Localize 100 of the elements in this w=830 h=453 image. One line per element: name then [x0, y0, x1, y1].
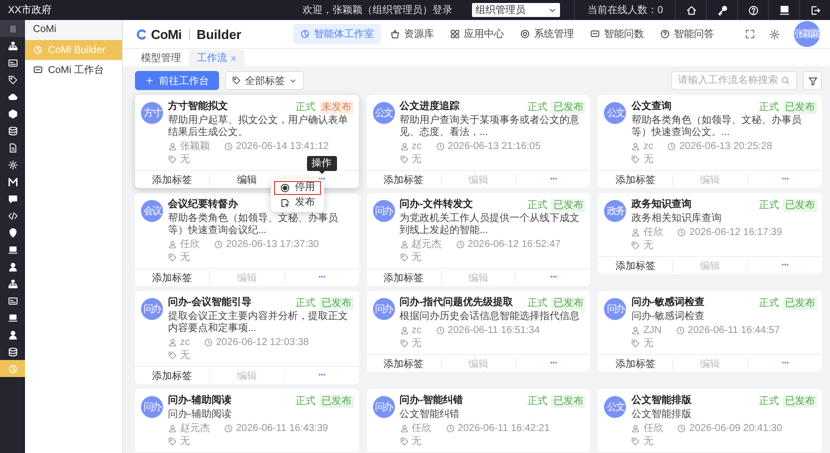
avatar: 问办	[141, 396, 163, 418]
brand-name: CoMi	[151, 26, 182, 42]
release-type-label: 正式	[526, 394, 548, 408]
user-icon	[631, 142, 640, 151]
add-tag-button[interactable]: 添加标签	[384, 356, 424, 370]
author: ZJN	[643, 324, 662, 337]
key-icon[interactable]	[716, 4, 728, 16]
add-tag-button[interactable]: 添加标签	[384, 172, 424, 186]
tab[interactable]: 工作流	[189, 50, 245, 66]
user-icon	[631, 228, 640, 237]
status-badge: 已发布	[320, 296, 354, 310]
tag-icon	[168, 437, 177, 446]
add-tag-button[interactable]: 添加标签	[152, 368, 192, 382]
code-icon	[8, 210, 18, 220]
more-button[interactable]: ···	[550, 272, 557, 283]
release-type-label: 正式	[294, 296, 317, 310]
clock-icon	[456, 240, 465, 249]
add-tag-button[interactable]: 添加标签	[615, 172, 656, 186]
add-tag-button[interactable]: 添加标签	[615, 356, 656, 370]
tag-list: 无	[643, 239, 654, 252]
tag-icon	[631, 155, 640, 164]
nav-item[interactable]: 智能问答	[653, 24, 721, 44]
tag-list: 无	[180, 251, 190, 264]
radio-icon	[280, 183, 290, 193]
monitor-icon[interactable]	[778, 4, 790, 16]
release-type-label: 正式	[526, 198, 548, 212]
timestamp: 2026-06-11 16:44:57	[688, 324, 780, 337]
card-description: 帮助各类角色（如领导、文秘、办事员等）快速查询公文。...	[631, 115, 802, 139]
card-description: 提取会议正文主要内容并分析，提取正文内容要点和定事项...	[168, 311, 349, 335]
card-title: 问办-文件转发文	[400, 198, 473, 212]
author: zc	[412, 324, 422, 337]
collapse-icon[interactable]	[8, 24, 18, 34]
nav-item[interactable]: 应用中心	[443, 24, 511, 44]
card-description: 根据问办历史会话信息智能选择指代信息	[400, 311, 581, 323]
role-select[interactable]: 组织管理员	[472, 3, 560, 17]
more-button[interactable]: ···	[550, 358, 557, 369]
status-badge: 已发布	[783, 296, 817, 310]
add-tag-button[interactable]: 添加标签	[152, 172, 192, 186]
avatar: 问办	[372, 298, 395, 320]
logout-icon[interactable]	[810, 4, 820, 16]
card-title: 方寸智能拟文	[168, 100, 228, 114]
add-tag-button[interactable]: 添加标签	[152, 270, 192, 284]
author: zc	[643, 140, 654, 153]
help-icon[interactable]	[748, 4, 758, 16]
add-tag-button[interactable]: 添加标签	[384, 270, 424, 284]
tag-icon	[631, 241, 640, 250]
card-title: 问办-会议智能引导	[168, 296, 252, 310]
more-button[interactable]: ···	[782, 174, 789, 185]
nav-item[interactable]: 智能体工作室	[293, 24, 381, 44]
add-tag-button[interactable]: 添加标签	[615, 258, 656, 272]
settings-icon[interactable]	[769, 28, 780, 40]
fullscreen-icon[interactable]	[745, 29, 755, 39]
home-icon[interactable]	[686, 4, 696, 16]
card-title: 问办-辅助阅读	[168, 394, 232, 408]
clock-icon	[446, 424, 455, 433]
release-type-label: 正式	[758, 296, 780, 310]
funnel-icon	[808, 76, 818, 86]
author: 任欣	[412, 422, 432, 435]
avatar: 会议	[141, 200, 163, 222]
more-button[interactable]: ···	[318, 370, 326, 381]
card-title: 公文智能排版	[631, 394, 692, 408]
release-type-label: 正式	[294, 100, 317, 114]
more-button[interactable]: ···	[318, 272, 326, 283]
more-button[interactable]: ···	[782, 260, 789, 271]
database-icon	[8, 346, 18, 356]
nav-item[interactable]: 智能问数	[583, 24, 651, 44]
chat-icon	[8, 194, 18, 204]
card-description: 帮助各类角色（如领导、文秘、办事员等）快速查询会议纪...	[168, 213, 339, 237]
status-badge: 已发布	[783, 100, 817, 114]
go-workbench-button[interactable]: 前往工作台	[135, 71, 219, 90]
more-button[interactable]: ···	[782, 358, 789, 369]
timestamp: 2026-06-09 20:41:30	[689, 422, 782, 435]
card-description: 政务相关知识库查询	[631, 213, 722, 225]
nav-item[interactable]: 资源库	[383, 24, 441, 44]
org-name: XX市政府	[7, 4, 52, 17]
edit-button[interactable]: 编辑	[236, 172, 257, 186]
filter-button[interactable]	[803, 71, 822, 90]
tag-icon	[232, 76, 241, 85]
menu-item[interactable]: CoMi 工作台	[25, 60, 122, 80]
close-icon[interactable]	[230, 54, 237, 62]
release-type-label: 正式	[758, 198, 780, 212]
card-title: 问办-敏感词检查	[631, 296, 705, 310]
clock-icon	[204, 338, 213, 347]
clock-icon	[214, 240, 223, 249]
avatar: 问办	[372, 200, 395, 222]
tag-list: 无	[412, 251, 422, 264]
tab[interactable]: 模型管理	[133, 50, 189, 66]
menu-item[interactable]: 发布	[274, 196, 321, 210]
clock-icon	[436, 142, 445, 151]
avatar: 问办	[604, 298, 626, 320]
nav-item[interactable]: 系统管理	[513, 24, 581, 44]
pin-icon	[8, 228, 18, 238]
status-badge: 已发布	[551, 198, 586, 212]
menu-item[interactable]: 停用	[274, 181, 321, 195]
more-button[interactable]: ···	[550, 174, 557, 185]
tag-filter[interactable]: 全部标签	[225, 71, 304, 90]
author: 张颖颖	[180, 140, 210, 153]
release-type-label: 正式	[526, 100, 548, 114]
timestamp: 2026-06-12 12:03:38	[216, 336, 309, 349]
product-name: Builder	[196, 26, 242, 42]
